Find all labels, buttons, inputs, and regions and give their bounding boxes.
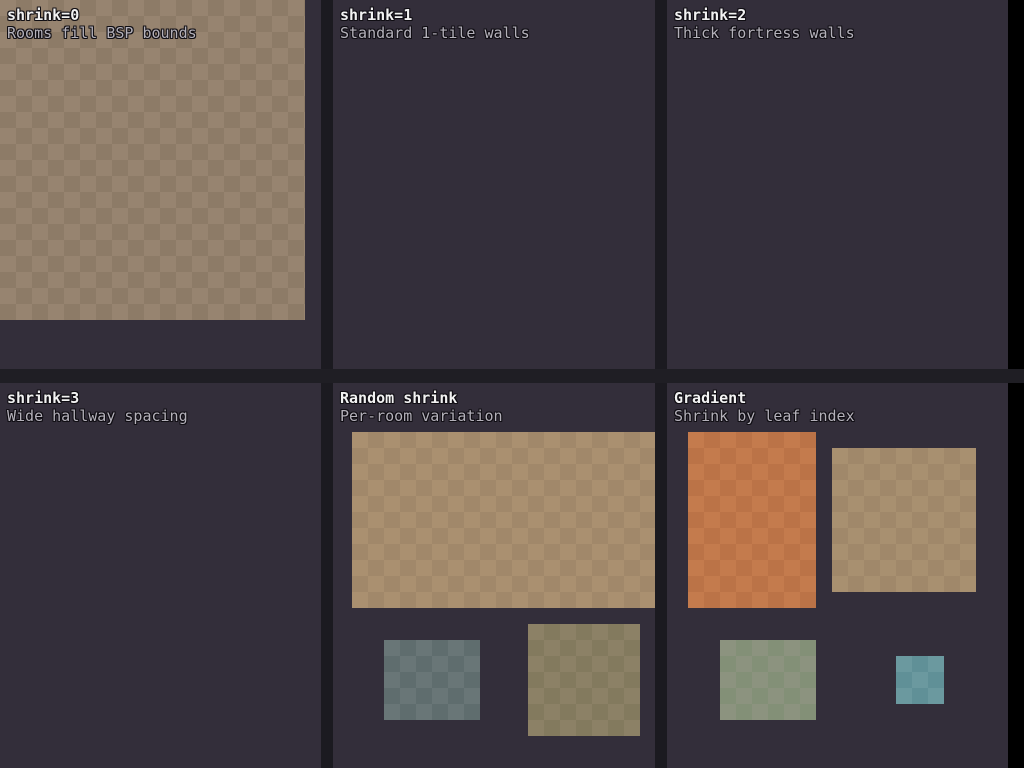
room-rect [688,432,816,608]
panel-shrink0: shrink=0 Rooms fill BSP bounds [0,0,321,369]
room-rect [832,448,976,592]
panel-title: shrink=0 [7,6,197,24]
panel-caption: shrink=0 Rooms fill BSP bounds [7,6,197,42]
room-rect [896,656,944,704]
panel-shrink2: shrink=2 Thick fortress walls [667,0,1008,369]
panel-caption: Random shrink Per-room variation [340,389,503,425]
panel-shrink3: shrink=3 Wide hallway spacing [0,383,321,768]
panel-subtitle: Rooms fill BSP bounds [7,24,197,42]
panel-gradient: Gradient Shrink by leaf index [667,383,1008,768]
panel-subtitle: Wide hallway spacing [7,407,188,425]
panel-random-shrink: Random shrink Per-room variation [333,383,655,768]
panel-title: shrink=1 [340,6,530,24]
panel-title: Random shrink [340,389,503,407]
panel-caption: shrink=1 Standard 1-tile walls [340,6,530,42]
room-layer [667,383,1008,768]
room-layer [333,0,655,369]
panel-subtitle: Per-room variation [340,407,503,425]
panel-title: Gradient [674,389,855,407]
panel-caption: shrink=2 Thick fortress walls [674,6,855,42]
room-layer [667,0,1008,369]
panel-shrink1: shrink=1 Standard 1-tile walls [333,0,655,369]
room-rect [384,640,480,720]
panel-caption: Gradient Shrink by leaf index [674,389,855,425]
room-rect [352,432,655,608]
montage-stage: shrink=0 Rooms fill BSP bounds shrink=1 … [0,0,1024,768]
panel-subtitle: Standard 1-tile walls [340,24,530,42]
room-rect [0,0,305,320]
room-layer [0,0,321,369]
panel-subtitle: Thick fortress walls [674,24,855,42]
panel-title: shrink=3 [7,389,188,407]
room-layer [0,383,321,768]
room-layer [333,383,655,768]
panel-title: shrink=2 [674,6,855,24]
panel-caption: shrink=3 Wide hallway spacing [7,389,188,425]
panel-subtitle: Shrink by leaf index [674,407,855,425]
room-rect [720,640,816,720]
room-rect [528,624,640,736]
row-divider [0,369,1024,383]
